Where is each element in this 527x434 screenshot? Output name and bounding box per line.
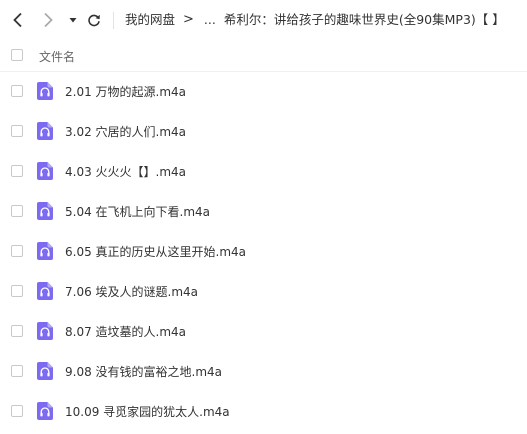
audio-file-icon	[37, 362, 53, 380]
breadcrumb-current-folder: 希利尔：讲给孩子的趣味世界史(全90集MP3)【 】	[223, 12, 505, 27]
audio-file-icon	[37, 162, 53, 180]
file-row[interactable]: 2.01 万物的起源.m4a	[0, 71, 527, 111]
audio-file-icon	[37, 122, 53, 140]
chevron-right-icon	[44, 12, 53, 28]
breadcrumb-ellipsis[interactable]: ...	[204, 11, 216, 29]
file-row[interactable]: 9.08 没有钱的富裕之地.m4a	[0, 351, 527, 391]
audio-file-icon	[37, 402, 53, 420]
file-checkbox[interactable]	[11, 85, 23, 97]
select-all-checkbox[interactable]	[11, 49, 23, 61]
file-name: 2.01 万物的起源.m4a	[65, 85, 187, 99]
file-row[interactable]: 5.04 在飞机上向下看.m4a	[0, 191, 527, 231]
file-row[interactable]: 8.07 造坟墓的人.m4a	[0, 311, 527, 351]
file-checkbox[interactable]	[11, 285, 23, 297]
column-header-filename[interactable]: 文件名	[39, 48, 75, 65]
file-row[interactable]: 6.05 真正的历史从这里开始.m4a	[0, 231, 527, 271]
audio-file-icon	[37, 242, 53, 260]
back-button[interactable]	[8, 9, 28, 31]
audio-file-icon	[37, 322, 53, 340]
breadcrumb-root[interactable]: 我的网盘	[125, 11, 175, 29]
file-name: 8.07 造坟墓的人.m4a	[65, 325, 187, 339]
file-checkbox[interactable]	[11, 245, 23, 257]
history-dropdown-button[interactable]	[63, 9, 83, 31]
file-row[interactable]: 4.03 火火火【】.m4a	[0, 151, 527, 191]
file-name: 3.02 穴居的人们.m4a	[65, 125, 187, 139]
toolbar-divider	[113, 12, 114, 29]
chevron-left-icon	[13, 12, 22, 28]
file-list-header: 文件名	[0, 41, 527, 72]
file-row[interactable]: 10.09 寻觅家园的犹太人.m4a	[0, 391, 527, 431]
file-name: 4.03 火火火【】.m4a	[65, 165, 187, 179]
file-checkbox[interactable]	[11, 325, 23, 337]
audio-file-icon	[37, 82, 53, 100]
file-name: 7.06 埃及人的谜题.m4a	[65, 285, 199, 299]
file-checkbox[interactable]	[11, 365, 23, 377]
file-checkbox[interactable]	[11, 405, 23, 417]
forward-button[interactable]	[38, 9, 58, 31]
toolbar: 我的网盘 > ... 希利尔：讲给孩子的趣味世界史(全90集MP3)【 】	[0, 0, 527, 40]
file-checkbox[interactable]	[11, 165, 23, 177]
file-name: 10.09 寻觅家园的犹太人.m4a	[65, 405, 230, 419]
breadcrumb-separator: >	[183, 12, 194, 27]
audio-file-icon	[37, 202, 53, 220]
file-name: 9.08 没有钱的富裕之地.m4a	[65, 365, 223, 379]
file-row[interactable]: 7.06 埃及人的谜题.m4a	[0, 271, 527, 311]
refresh-button[interactable]	[84, 9, 104, 31]
caret-down-icon	[69, 18, 77, 23]
refresh-icon	[88, 14, 100, 27]
file-checkbox[interactable]	[11, 125, 23, 137]
audio-file-icon	[37, 282, 53, 300]
file-name: 5.04 在飞机上向下看.m4a	[65, 205, 211, 219]
breadcrumb: 我的网盘 > ... 希利尔：讲给孩子的趣味世界史(全90集MP3)【 】	[125, 11, 505, 29]
file-name: 6.05 真正的历史从这里开始.m4a	[65, 245, 247, 259]
file-checkbox[interactable]	[11, 205, 23, 217]
file-row[interactable]: 3.02 穴居的人们.m4a	[0, 111, 527, 151]
